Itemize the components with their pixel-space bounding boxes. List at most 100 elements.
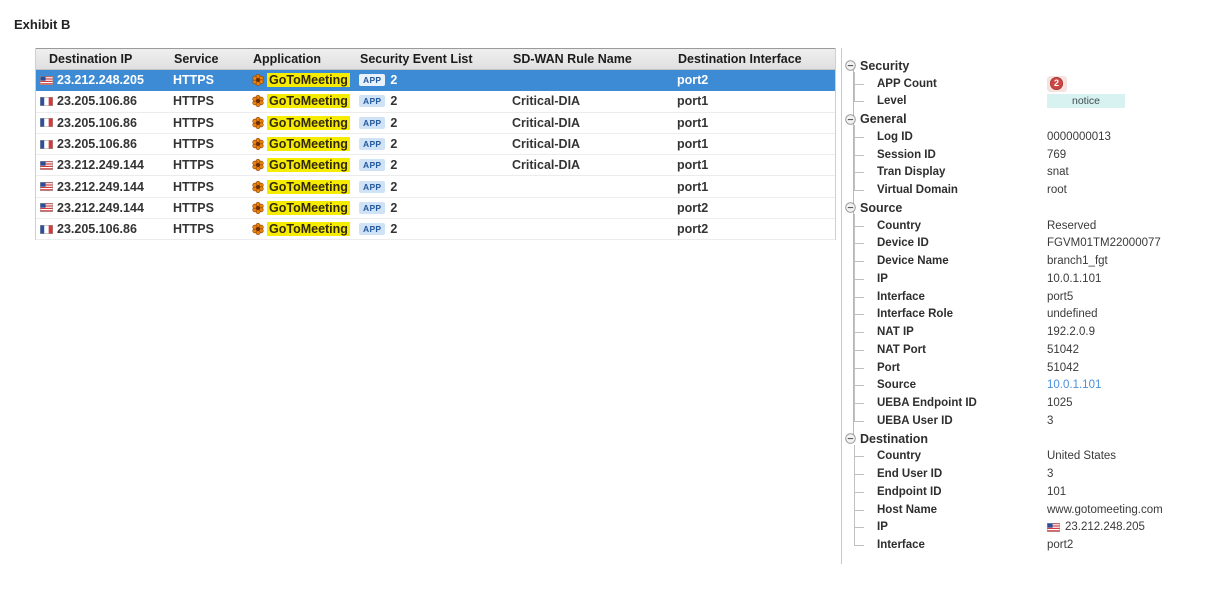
table-row[interactable]: 23.205.106.86HTTPSGoToMeetingAPP2Critica… — [36, 113, 835, 134]
column-header-service[interactable]: Service — [173, 52, 252, 66]
table-row[interactable]: 23.212.248.205HTTPS GoToMeeting APP2 port2 — [36, 70, 835, 91]
app-event-badge: APP — [359, 159, 385, 171]
application-cell: GoToMeeting — [252, 137, 359, 151]
section-label: General — [860, 112, 907, 126]
column-header-destination-ip[interactable]: Destination IP — [36, 52, 173, 66]
destination-interface-cell: port1 — [677, 137, 835, 151]
destination-ip-value: 23.205.106.86 — [57, 137, 137, 151]
app-event-badge: APP — [359, 117, 385, 129]
destination-interface-value: port2 — [677, 73, 708, 87]
application-name: GoToMeeting — [267, 116, 350, 130]
application-cell: GoToMeeting — [252, 73, 359, 87]
table-row[interactable]: 23.205.106.86HTTPSGoToMeetingAPP2 port2 — [36, 219, 835, 240]
field-label: Device ID — [877, 237, 929, 249]
application-name: GoToMeeting — [267, 73, 350, 87]
field-label: UEBA User ID — [877, 415, 953, 427]
collapse-icon[interactable] — [845, 433, 856, 444]
destination-ip-cell: 23.205.106.86 — [36, 222, 173, 236]
app-event-badge: APP — [359, 95, 385, 107]
security-event-cell: APP 2 — [359, 94, 512, 108]
field-label: Virtual Domain — [877, 184, 958, 196]
field-value: 23.212.248.205 — [1047, 521, 1145, 533]
app-count-badge: 2 — [1047, 76, 1067, 92]
field-value: United States — [1047, 450, 1116, 462]
field-value: 101 — [1047, 486, 1066, 498]
application-cell: GoToMeeting — [252, 222, 359, 236]
collapse-icon[interactable] — [845, 114, 856, 125]
destination-interface-cell: port1 — [677, 180, 835, 194]
field-label: Session ID — [877, 149, 936, 161]
field-label: Host Name — [877, 504, 937, 516]
field-label: APP Count — [877, 78, 937, 90]
sdwan-rule-value: Critical-DIA — [512, 158, 580, 172]
application-cell: GoToMeeting — [252, 201, 359, 215]
field-value: port2 — [1047, 539, 1073, 551]
table-row[interactable]: 23.212.249.144HTTPSGoToMeetingAPP2port1 — [36, 176, 835, 197]
tree-section-destination[interactable]: Destination — [845, 430, 1203, 448]
section-label: Source — [860, 201, 902, 215]
column-header-destination-interface[interactable]: Destination Interface — [677, 52, 835, 66]
field-row: APP Count 2 — [868, 75, 1203, 93]
application-name: GoToMeeting — [267, 158, 350, 172]
field-row: IP23.212.248.205 — [868, 519, 1203, 537]
section-fields: Log ID0000000013Session ID769Tran Displa… — [868, 128, 1203, 199]
app-event-count: 2 — [390, 94, 397, 108]
tree-section-security[interactable]: Security — [845, 57, 1203, 75]
daisy-icon — [252, 159, 264, 171]
app-event-badge: APP — [359, 223, 385, 235]
field-label: Interface — [877, 291, 925, 303]
flag-us-icon — [40, 182, 53, 191]
field-value: 192.2.0.9 — [1047, 326, 1095, 338]
column-header-sdwan-rule-name[interactable]: SD-WAN Rule Name — [512, 52, 677, 66]
service-value: HTTPS — [173, 116, 214, 130]
daisy-icon — [252, 202, 264, 214]
tree-section-source[interactable]: Source — [845, 199, 1203, 217]
level-badge: notice — [1047, 94, 1125, 108]
destination-interface-value: port1 — [677, 94, 708, 108]
log-detail-tree: SecurityAPP Count2LevelnoticeGeneralLog … — [845, 57, 1203, 554]
field-row: IP10.0.1.101 — [868, 270, 1203, 288]
column-header-application[interactable]: Application — [252, 52, 359, 66]
table-row[interactable]: 23.212.249.144HTTPSGoToMeetingAPP2Critic… — [36, 155, 835, 176]
service-cell: HTTPS — [173, 116, 252, 130]
table-row[interactable]: 23.212.249.144HTTPSGoToMeetingAPP2port2 — [36, 198, 835, 219]
collapse-icon[interactable] — [845, 60, 856, 71]
log-table: Destination IP Service Application Secur… — [35, 48, 836, 240]
daisy-icon — [252, 138, 264, 150]
flag-fr-icon — [40, 118, 53, 127]
service-cell: HTTPS — [173, 222, 252, 236]
service-value: HTTPS — [173, 73, 214, 87]
field-value: branch1_fgt — [1047, 255, 1108, 267]
field-row: Endpoint ID101 — [868, 483, 1203, 501]
tree-section-general[interactable]: General — [845, 110, 1203, 128]
table-row[interactable]: 23.205.106.86HTTPSGoToMeetingAPP2Critica… — [36, 91, 835, 112]
service-cell: HTTPS — [173, 201, 252, 215]
application-name: GoToMeeting — [267, 94, 350, 108]
destination-ip-cell: 23.205.106.86 — [36, 137, 173, 151]
destination-interface-value: port2 — [677, 222, 708, 236]
service-value: HTTPS — [173, 137, 214, 151]
security-event-cell: APP2 — [359, 222, 512, 236]
section-fields: APP Count2Levelnotice — [868, 75, 1203, 111]
field-row: Interfaceport2 — [868, 536, 1203, 554]
application-cell: GoToMeeting — [252, 94, 359, 108]
source-ip-link[interactable]: 10.0.1.101 — [1047, 379, 1101, 391]
table-row[interactable]: 23.205.106.86HTTPSGoToMeetingAPP2Critica… — [36, 134, 835, 155]
destination-ip-cell: 23.205.106.86 — [36, 116, 173, 130]
collapse-icon[interactable] — [845, 202, 856, 213]
service-cell: HTTPS — [173, 158, 252, 172]
daisy-icon — [252, 95, 264, 107]
field-row: UEBA User ID3 — [868, 412, 1203, 430]
app-event-badge: APP — [359, 74, 385, 86]
section-fields: CountryUnited StatesEnd User ID3Endpoint… — [868, 448, 1203, 555]
security-event-cell: APP2 — [359, 73, 512, 87]
application-cell: GoToMeeting — [252, 158, 359, 172]
destination-ip-value: 23.212.249.144 — [57, 158, 144, 172]
column-header-security-event-list[interactable]: Security Event List — [359, 52, 512, 66]
field-row: Interface Roleundefined — [868, 306, 1203, 324]
app-event-count: 2 — [390, 180, 397, 194]
application-name: GoToMeeting — [267, 201, 350, 215]
field-value: 51042 — [1047, 362, 1079, 374]
field-row: End User ID3 — [868, 465, 1203, 483]
destination-ip-cell: 23.212.248.205 — [36, 73, 173, 87]
